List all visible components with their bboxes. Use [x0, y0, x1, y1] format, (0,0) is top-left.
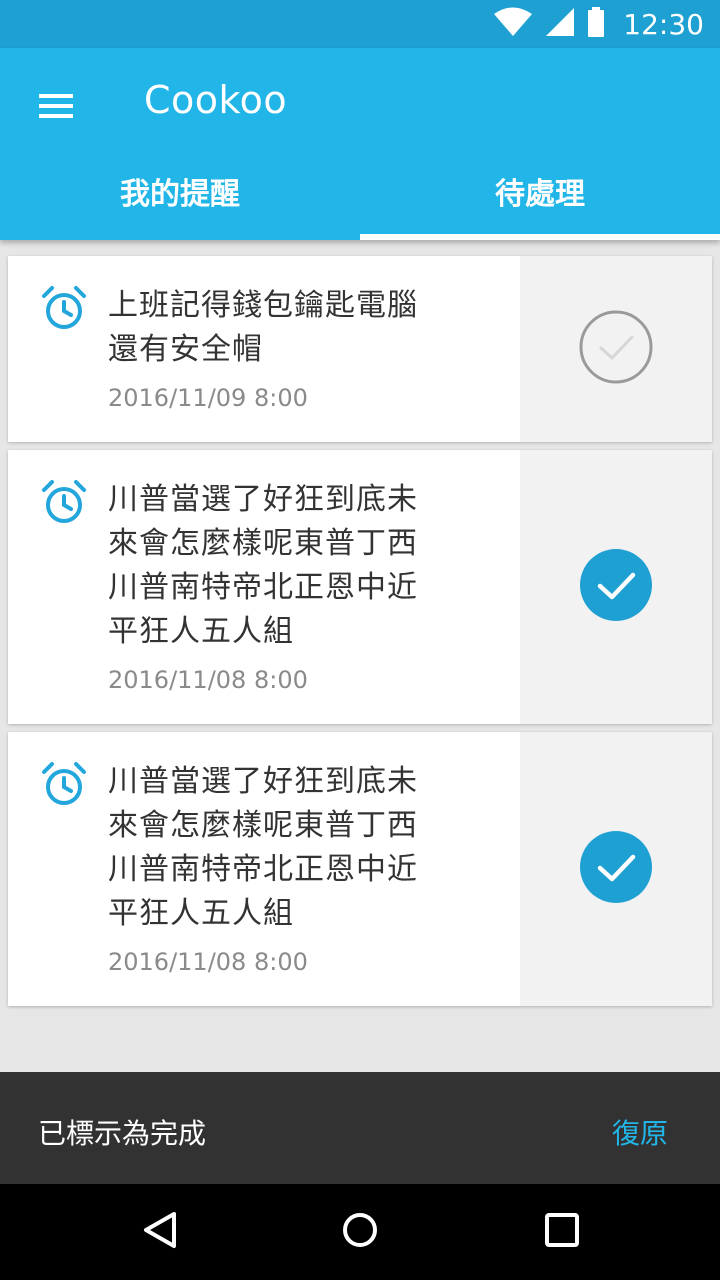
app-title: Cookoo — [144, 78, 288, 122]
alarm-clock-icon — [40, 760, 88, 808]
status-icons: 12:30 — [493, 0, 704, 48]
tab-pending[interactable]: 待處理 — [360, 156, 720, 240]
status-bar: 12:30 — [0, 0, 720, 48]
reminder-card[interactable]: 上班記得錢包鑰匙電腦還有安全帽 2016/11/09 8:00 — [8, 256, 712, 442]
reminder-text: 川普當選了好狂到底未來會怎麼樣呢東普丁西川普南特帝北正恩中近平狂人五人組 — [108, 764, 418, 931]
navigation-bar — [0, 1184, 720, 1280]
back-button[interactable] — [130, 1202, 190, 1262]
reminder-card[interactable]: 川普當選了好狂到底未來會怎麼樣呢東普丁西川普南特帝北正恩中近平狂人五人組 201… — [8, 450, 712, 724]
check-circle-filled-icon — [579, 548, 653, 626]
undo-button[interactable]: 復原 — [612, 1112, 668, 1152]
complete-toggle[interactable] — [520, 256, 712, 442]
complete-toggle[interactable] — [520, 732, 712, 1006]
tab-label: 待處理 — [495, 177, 585, 212]
alarm-clock-icon — [40, 478, 88, 526]
status-time: 12:30 — [623, 7, 704, 41]
battery-icon — [587, 7, 605, 41]
reminder-date: 2016/11/08 8:00 — [108, 948, 308, 976]
reminder-text: 川普當選了好狂到底未來會怎麼樣呢東普丁西川普南特帝北正恩中近平狂人五人組 — [108, 482, 418, 649]
wifi-icon — [493, 7, 533, 41]
home-icon — [340, 1210, 380, 1254]
reminder-card[interactable]: 川普當選了好狂到底未來會怎麼樣呢東普丁西川普南特帝北正恩中近平狂人五人組 201… — [8, 732, 712, 1006]
check-circle-outline-icon — [579, 310, 653, 388]
menu-button[interactable] — [24, 76, 88, 140]
reminder-list: 上班記得錢包鑰匙電腦還有安全帽 2016/11/09 8:00 川普當選了好狂到… — [0, 240, 720, 1072]
back-icon — [140, 1210, 180, 1254]
recents-button[interactable] — [532, 1202, 592, 1262]
reminder-text: 上班記得錢包鑰匙電腦還有安全帽 — [108, 288, 418, 367]
tab-bar: 我的提醒 待處理 — [0, 156, 720, 240]
snackbar-message: 已標示為完成 — [38, 1117, 207, 1150]
check-circle-filled-icon — [579, 830, 653, 908]
app-bar: Cookoo 我的提醒 待處理 — [0, 48, 720, 240]
snackbar: 已標示為完成 復原 — [0, 1072, 720, 1184]
tab-label: 我的提醒 — [120, 177, 240, 212]
recents-icon — [542, 1210, 582, 1254]
menu-icon — [39, 92, 73, 124]
home-button[interactable] — [330, 1202, 390, 1262]
tab-my-reminders[interactable]: 我的提醒 — [0, 156, 360, 240]
alarm-clock-icon — [40, 284, 88, 332]
reminder-date: 2016/11/09 8:00 — [108, 384, 308, 412]
reminder-date: 2016/11/08 8:00 — [108, 666, 308, 694]
complete-toggle[interactable] — [520, 450, 712, 724]
signal-icon — [545, 7, 575, 41]
